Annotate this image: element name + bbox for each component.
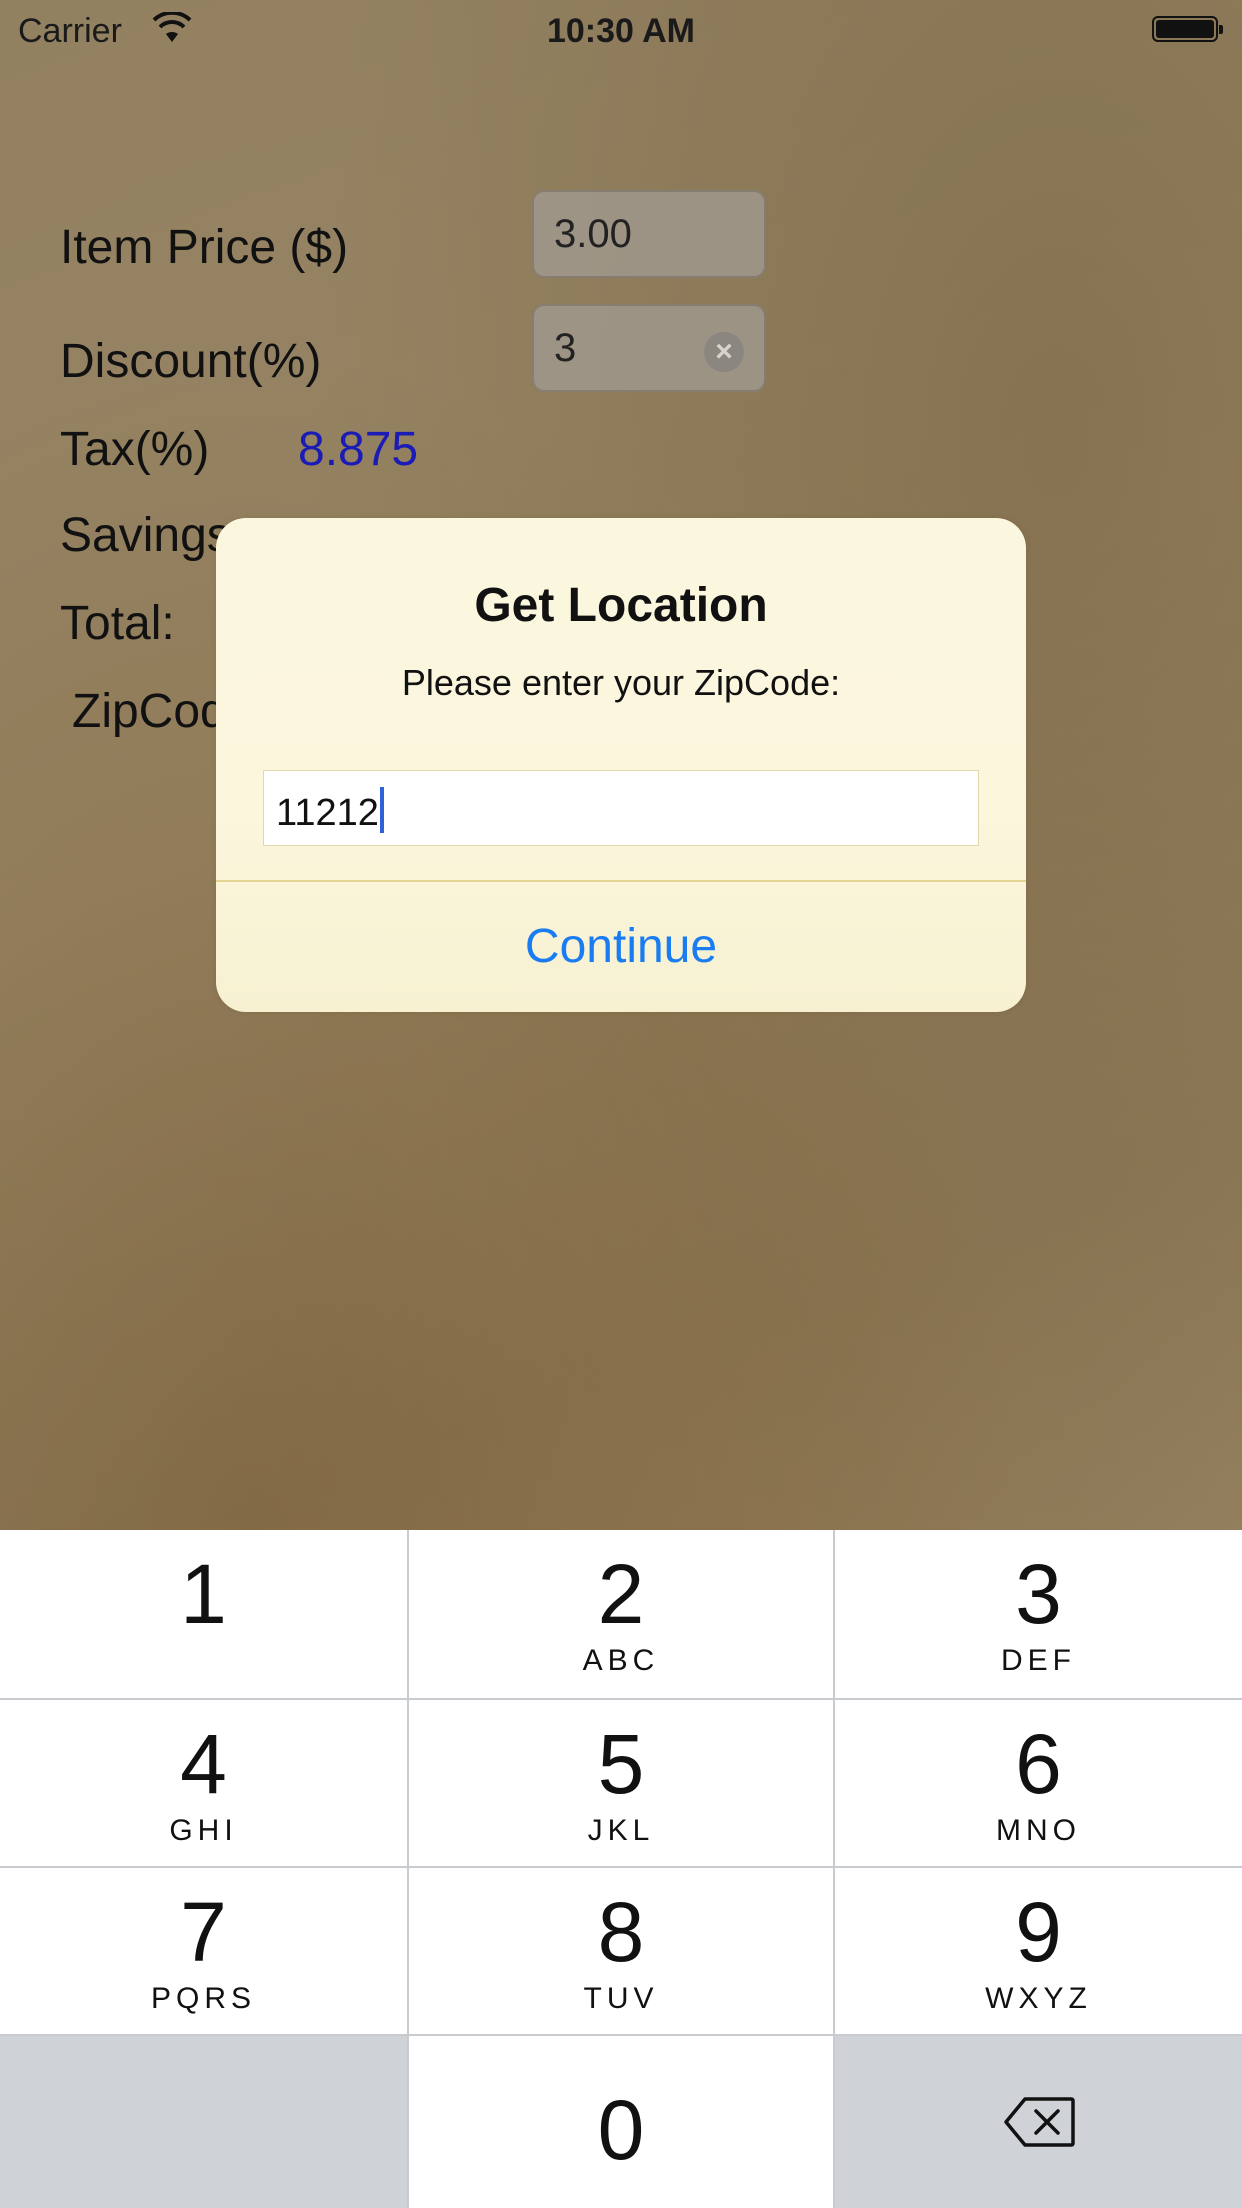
key-letters: JKL xyxy=(587,1814,655,1847)
key-0[interactable]: 0 xyxy=(409,2036,833,2208)
key-digit: 5 xyxy=(597,1717,645,1811)
key-1[interactable]: 1 xyxy=(0,1530,407,1698)
key-digit: 9 xyxy=(1015,1885,1062,1979)
key-4[interactable]: 4 GHI xyxy=(0,1700,407,1866)
continue-button[interactable]: Continue xyxy=(216,882,1026,1012)
text-caret xyxy=(379,787,384,833)
savings-label: Savings xyxy=(60,509,231,562)
key-7[interactable]: 7 PQRS xyxy=(0,1868,407,2034)
key-digit: 7 xyxy=(180,1885,227,1979)
tax-value: 8.875 xyxy=(298,423,419,476)
key-9[interactable]: 9 WXYZ xyxy=(835,1868,1242,2034)
key-5[interactable]: 5 JKL xyxy=(409,1700,833,1866)
key-digit: 0 xyxy=(597,2083,645,2177)
discount-value: 3 xyxy=(554,326,577,370)
discount-field[interactable]: 3 × xyxy=(532,304,766,392)
discount-label: Discount(%) xyxy=(60,335,322,388)
key-digit: 6 xyxy=(1015,1717,1062,1811)
total-label: Total: xyxy=(60,597,175,650)
item-price-field[interactable]: 3.00 xyxy=(532,190,766,278)
zipcode-input[interactable]: 11212 xyxy=(263,770,979,846)
key-letters: PQRS xyxy=(150,1982,257,2015)
battery-icon xyxy=(1152,16,1223,42)
delete-key[interactable] xyxy=(835,2036,1242,2208)
key-6[interactable]: 6 MNO xyxy=(835,1700,1242,1866)
key-letters: GHI xyxy=(169,1814,238,1847)
item-price-label: Item Price ($) xyxy=(60,221,349,274)
key-letters: ABC xyxy=(582,1644,660,1677)
key-digit: 3 xyxy=(1015,1547,1062,1641)
key-digit: 4 xyxy=(180,1717,227,1811)
key-digit: 2 xyxy=(597,1547,645,1641)
alert-message: Please enter your ZipCode: xyxy=(401,662,841,703)
backspace-icon xyxy=(1003,2097,1075,2147)
key-3[interactable]: 3 DEF xyxy=(835,1530,1242,1698)
clear-icon[interactable]: × xyxy=(704,332,744,372)
alert-title: Get Location xyxy=(474,579,768,632)
key-8[interactable]: 8 TUV xyxy=(409,1868,833,2034)
number-keypad: 1 2 ABC 3 DEF 4 GHI 5 JKL 6 MNO 7 PQRS 8… xyxy=(0,1530,1242,2208)
status-time: 10:30 AM xyxy=(546,12,696,50)
key-digit: 1 xyxy=(180,1547,227,1641)
key-letters: WXYZ xyxy=(985,1982,1092,2015)
key-letters: TUV xyxy=(583,1982,659,2015)
get-location-alert: Get Location Please enter your ZipCode: … xyxy=(216,518,1026,1012)
key-letters: DEF xyxy=(1001,1644,1076,1677)
key-letters: MNO xyxy=(996,1814,1081,1847)
empty-key xyxy=(0,2036,407,2208)
status-bar: Carrier 10:30 AM xyxy=(0,0,1242,60)
zipcode-input-value: 11212 xyxy=(276,792,379,834)
key-digit: 8 xyxy=(597,1885,645,1979)
zipcode-label: ZipCod xyxy=(72,685,227,738)
key-2[interactable]: 2 ABC xyxy=(409,1530,833,1698)
tax-label: Tax(%) xyxy=(60,423,210,476)
